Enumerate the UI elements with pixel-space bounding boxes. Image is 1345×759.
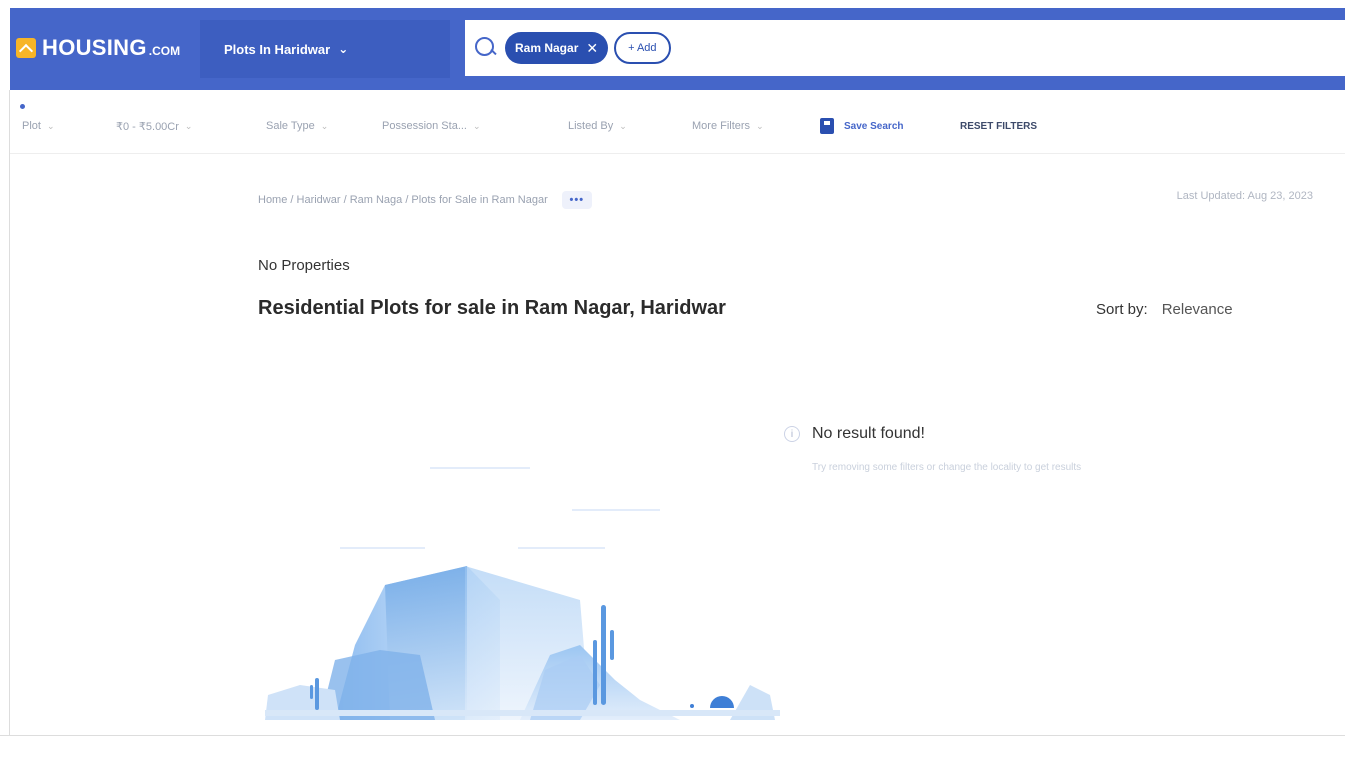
chevron-down-icon: ⌄ (184, 120, 193, 131)
close-icon[interactable]: ✕ (586, 40, 598, 57)
properties-count: No Properties (258, 257, 350, 274)
chevron-down-icon: ⌄ (619, 120, 627, 131)
search-bar[interactable]: Ram Nagar ✕ + Add (465, 20, 1345, 76)
desert-illustration (265, 467, 780, 720)
page-bottom-edge (0, 735, 1345, 759)
save-search-button[interactable]: Save Search (820, 104, 904, 148)
chevron-down-icon: ⌄ (756, 120, 764, 131)
logo-text: HOUSING (42, 35, 147, 60)
page-title: Residential Plots for sale in Ram Nagar,… (258, 297, 726, 319)
filter-budget[interactable]: ₹0 - ₹5.00Cr ⌄ (116, 104, 192, 148)
filter-bar (10, 92, 1345, 154)
breadcrumb: Home / Haridwar / Ram Naga / Plots for S… (258, 191, 592, 209)
sort-dropdown[interactable]: Sort by: Relevance (1096, 301, 1233, 318)
chevron-down-icon: ⌄ (473, 120, 481, 131)
filter-label: Possession Sta... (382, 120, 467, 132)
add-locality-button[interactable]: + Add (614, 32, 671, 64)
top-bar: HOUSING .COM Plots In Haridwar ⌄ Ram Nag… (0, 0, 1345, 90)
filter-label: Listed By (568, 120, 614, 132)
filter-label: Plot (22, 120, 41, 132)
filter-property-type[interactable]: Plot ⌄ (22, 104, 55, 148)
search-icon (475, 37, 497, 59)
breadcrumb-text[interactable]: Home / Haridwar / Ram Naga / Plots for S… (258, 194, 548, 206)
reset-filters-button[interactable]: RESET FILTERS (960, 104, 1037, 148)
filter-label: Sale Type (266, 120, 315, 132)
locality-chip-label: Ram Nagar (515, 41, 579, 55)
filter-listed-by[interactable]: Listed By ⌄ (568, 104, 627, 148)
chevron-down-icon: ⌄ (338, 42, 349, 56)
city-select-label: Plots In Haridwar (224, 41, 331, 57)
info-icon: i (784, 426, 800, 442)
filter-label: More Filters (692, 120, 751, 132)
empty-state-title-text: No result found! (812, 425, 925, 442)
house-logo-icon (16, 38, 36, 58)
chevron-down-icon: ⌄ (320, 120, 329, 131)
filter-possession-status[interactable]: Possession Sta... ⌄ (382, 104, 481, 148)
filter-more[interactable]: More Filters ⌄ (692, 104, 764, 148)
chevron-down-icon: ⌄ (46, 120, 55, 131)
save-search-label: Save Search (844, 120, 904, 132)
sort-value: Relevance (1161, 301, 1233, 318)
housing-logo[interactable]: HOUSING .COM (16, 34, 180, 62)
save-icon (820, 118, 834, 134)
left-edge (0, 0, 10, 759)
empty-state-title: i No result found! (784, 425, 925, 443)
logo-suffix: .COM (148, 44, 181, 58)
last-updated: Last Updated: Aug 23, 2023 (1176, 190, 1313, 202)
filter-label: ₹0 - ₹5.00Cr (116, 120, 179, 133)
filter-sale-type[interactable]: Sale Type ⌄ (266, 104, 328, 148)
sort-label: Sort by: (1096, 301, 1148, 318)
breadcrumb-more-button[interactable]: ••• (561, 191, 592, 209)
city-category-select[interactable]: Plots In Haridwar ⌄ (200, 20, 450, 78)
empty-state-subtitle: Try removing some filters or change the … (812, 462, 1082, 473)
locality-chip[interactable]: Ram Nagar ✕ (505, 32, 609, 64)
